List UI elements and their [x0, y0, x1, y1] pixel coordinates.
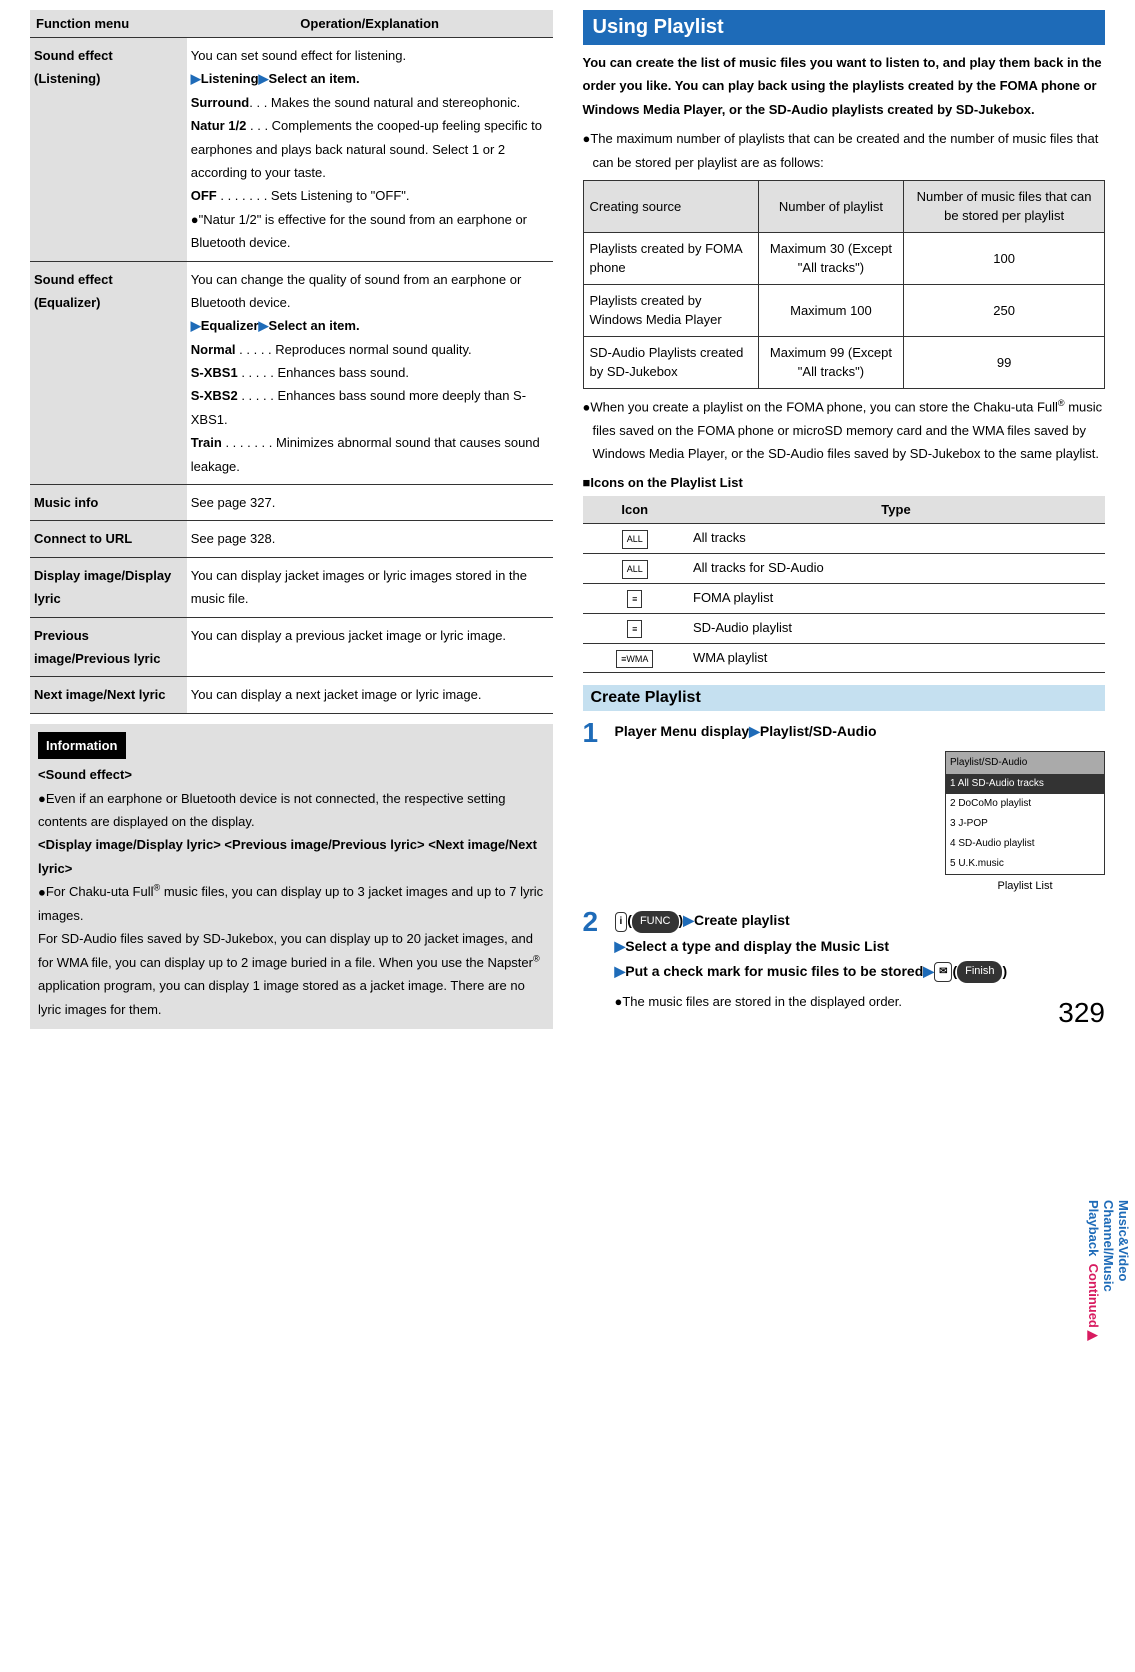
ptable-r1c1: Playlists created by FOMA phone [583, 232, 758, 284]
itable-r1t: All tracks [687, 524, 1105, 554]
ptable-r1c2: Maximum 30 (Except "All tracks") [758, 232, 903, 284]
playlist-limits-table: Creating source Number of playlist Numbe… [583, 180, 1106, 389]
row7-menu: Next image/Next lyric [30, 677, 187, 713]
i-key-icon: i [615, 912, 628, 932]
bullet-create-info: ●When you create a playlist on the FOMA … [583, 395, 1106, 466]
section-tab: Music&Video Channel/Music Playback Conti… [1086, 1200, 1131, 1343]
sd-audio-playlist-icon: ≡ [627, 620, 642, 638]
func-button: FUNC [632, 911, 679, 933]
icon-table: Icon Type ALL All tracks ALL All tracks … [583, 496, 1106, 673]
information-box: Information <Sound effect> ●Even if an e… [30, 724, 553, 1029]
page-number: 329 [1058, 997, 1105, 1029]
row2-op: You can change the quality of sound from… [187, 261, 553, 485]
info-h1: <Sound effect> [38, 767, 132, 782]
itable-h2: Type [687, 496, 1105, 524]
playlist-screenshot: Playlist/SD-Audio 1 All SD-Audio tracks … [945, 751, 1105, 875]
bullet-max: ●The maximum number of playlists that ca… [583, 127, 1106, 174]
func-header-menu: Function menu [30, 10, 187, 38]
step1-number: 1 [583, 719, 607, 896]
create-playlist-title: Create Playlist [583, 685, 1106, 711]
func-header-op: Operation/Explanation [187, 10, 553, 38]
row5-menu: Display image/Display lyric [30, 557, 187, 617]
ptable-r1c3: 100 [904, 232, 1105, 284]
row3-op: See page 327. [187, 485, 553, 521]
ptable-r2c1: Playlists created by Windows Media Playe… [583, 284, 758, 336]
ptable-r2c2: Maximum 100 [758, 284, 903, 336]
step-2: 2 i(FUNC)▶Create playlist ▶Select a type… [583, 908, 1106, 1013]
ptable-r3c1: SD-Audio Playlists created by SD-Jukebox [583, 336, 758, 388]
itable-r4t: SD-Audio playlist [687, 613, 1105, 643]
icons-heading: ■Icons on the Playlist List [583, 475, 1106, 490]
info-h2: <Display image/Display lyric> <Previous … [38, 837, 537, 875]
ptable-r3c3: 99 [904, 336, 1105, 388]
row2-menu: Sound effect (Equalizer) [30, 261, 187, 485]
ptable-h3: Number of music files that can be stored… [904, 180, 1105, 232]
row6-menu: Previous image/Previous lyric [30, 617, 187, 677]
row1-menu: Sound effect (Listening) [30, 38, 187, 262]
mail-key-icon: ✉ [934, 962, 952, 982]
ptable-r2c3: 250 [904, 284, 1105, 336]
row5-op: You can display jacket images or lyric i… [187, 557, 553, 617]
foma-playlist-icon: ≡ [627, 590, 642, 608]
finish-button: Finish [957, 961, 1002, 983]
step2-number: 2 [583, 908, 607, 1013]
itable-r2t: All tracks for SD-Audio [687, 554, 1105, 584]
wma-playlist-icon: ≡WMA [616, 650, 653, 668]
screenshot-caption: Playlist List [945, 877, 1105, 897]
row7-op: You can display a next jacket image or l… [187, 677, 553, 713]
ptable-h2: Number of playlist [758, 180, 903, 232]
row6-op: You can display a previous jacket image … [187, 617, 553, 677]
all-tracks-sd-icon: ALL [622, 560, 648, 578]
function-menu-table: Function menu Operation/Explanation Soun… [30, 10, 553, 714]
ptable-h1: Creating source [583, 180, 758, 232]
itable-r3t: FOMA playlist [687, 584, 1105, 614]
row4-op: See page 328. [187, 521, 553, 557]
row4-menu: Connect to URL [30, 521, 187, 557]
ptable-r3c2: Maximum 99 (Except "All tracks") [758, 336, 903, 388]
info-p1: Even if an earphone or Bluetooth device … [38, 791, 506, 829]
playlist-intro: You can create the list of music files y… [583, 51, 1106, 121]
information-label: Information [38, 732, 126, 759]
itable-h1: Icon [583, 496, 688, 524]
row1-op: You can set sound effect for listening. … [187, 38, 553, 262]
all-tracks-icon: ALL [622, 530, 648, 548]
row3-menu: Music info [30, 485, 187, 521]
step-1: 1 Player Menu display▶Playlist/SD-Audio … [583, 719, 1106, 896]
itable-r5t: WMA playlist [687, 643, 1105, 673]
using-playlist-title: Using Playlist [583, 10, 1106, 45]
step2-note: The music files are stored in the displa… [622, 994, 902, 1009]
info-p2: For Chaku-uta Full® music files, you can… [38, 884, 543, 1016]
